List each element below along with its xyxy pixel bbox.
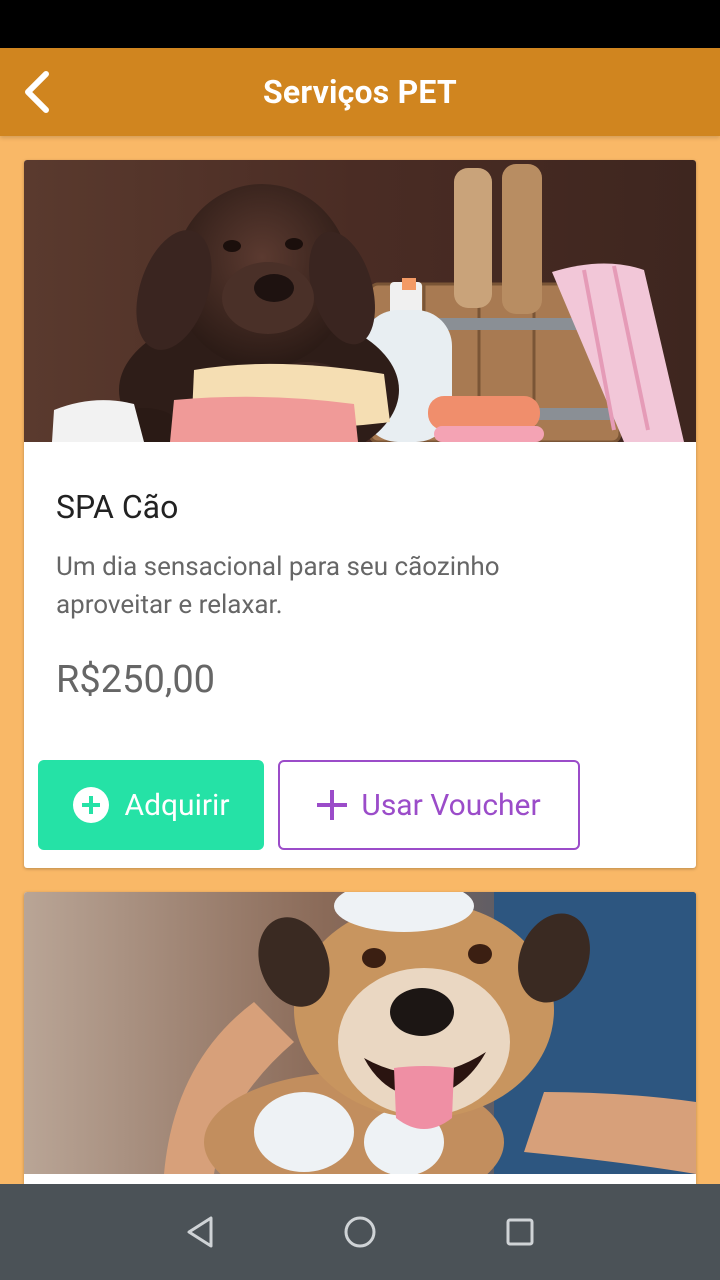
plus-circle-icon <box>72 787 109 823</box>
back-button[interactable] <box>8 62 68 122</box>
square-recents-icon <box>506 1218 534 1246</box>
service-description: Um dia sensacional para seu cãozinho apr… <box>56 552 500 620</box>
nav-back-button[interactable] <box>170 1202 230 1262</box>
buy-button[interactable]: Adquirir <box>38 760 264 850</box>
service-list[interactable]: SPA Cão Um dia sensacional para seu cãoz… <box>0 136 720 1184</box>
system-nav-bar <box>0 1184 720 1280</box>
service-title: SPA Cão <box>56 488 179 526</box>
service-card-bath <box>24 892 696 1184</box>
page-title: Serviços PET <box>263 73 457 111</box>
service-card-spa: SPA Cão Um dia sensacional para seu cãoz… <box>24 160 696 868</box>
service-image-bath-dog <box>24 892 696 1174</box>
service-price: R$250,00 <box>56 658 216 702</box>
status-bar <box>0 0 720 48</box>
buy-button-label: Adquirir <box>124 787 230 823</box>
use-voucher-label: Usar Voucher <box>361 787 541 823</box>
triangle-back-icon <box>187 1216 213 1248</box>
app-bar: Serviços PET <box>0 48 720 136</box>
chevron-left-icon <box>25 71 49 113</box>
service-image-puppy <box>24 160 696 442</box>
circle-home-icon <box>344 1216 376 1248</box>
use-voucher-button[interactable]: Usar Voucher <box>278 760 580 850</box>
plus-icon <box>317 790 348 820</box>
nav-recents-button[interactable] <box>490 1202 550 1262</box>
nav-home-button[interactable] <box>330 1202 390 1262</box>
